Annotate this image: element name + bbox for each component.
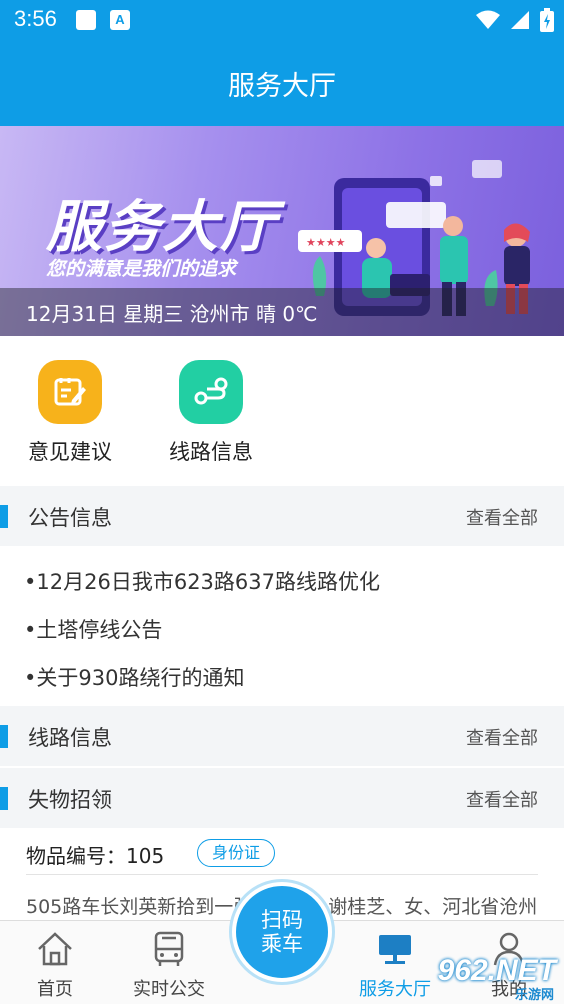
banner-subtitle: 您的满意是我们的追求 bbox=[46, 258, 237, 280]
notices-section-header: 公告信息 查看全部 bbox=[0, 486, 564, 546]
notice-item[interactable]: •12月26日我市623路637路线路优化 bbox=[24, 566, 380, 596]
nav-home[interactable]: 首页 bbox=[0, 921, 110, 1004]
nav-realtime-bus[interactable]: 实时公交 bbox=[114, 921, 224, 1004]
section-accent bbox=[0, 787, 8, 810]
section-title: 线路信息 bbox=[28, 726, 112, 750]
scan-label-line2: 乘车 bbox=[261, 932, 303, 956]
notification-icon bbox=[76, 10, 96, 30]
nav-service-label: 服务大厅 bbox=[359, 979, 431, 1000]
date-weather-text: 12月31日 星期三 沧州市 晴 0℃ bbox=[26, 302, 318, 326]
notice-item[interactable]: •关于930路绕行的通知 bbox=[24, 662, 244, 692]
home-icon bbox=[38, 932, 72, 966]
edit-note-icon bbox=[38, 360, 102, 424]
section-title: 失物招领 bbox=[28, 788, 112, 812]
scan-to-ride-button[interactable]: 扫码 乘车 bbox=[232, 882, 332, 982]
date-weather-bar: 12月31日 星期三 沧州市 晴 0℃ bbox=[0, 288, 564, 336]
service-banner[interactable]: 服务大厅 您的满意是我们的追求 ★★★★ 12月31日 星期三 沧州市 晴 0℃ bbox=[0, 126, 564, 336]
quick-actions: 意见建议 线路信息 bbox=[0, 336, 564, 486]
notice-item[interactable]: •土塔停线公告 bbox=[24, 614, 162, 644]
scan-label-line1: 扫码 bbox=[261, 908, 303, 932]
lost-found-section-header: 失物招领 查看全部 bbox=[0, 768, 564, 828]
a-notification-icon: A bbox=[110, 10, 130, 30]
nav-realtime-label: 实时公交 bbox=[133, 979, 205, 1000]
wifi-icon bbox=[476, 10, 500, 29]
item-code: 物品编号：105 bbox=[26, 844, 165, 868]
watermark-logo: 962.NET bbox=[437, 954, 556, 987]
notice-list: •12月26日我市623路637路线路优化 •土塔停线公告 •关于930路绕行的… bbox=[0, 548, 564, 706]
bus-icon bbox=[154, 931, 184, 966]
section-accent bbox=[0, 505, 8, 528]
view-all-notices-link[interactable]: 查看全部 bbox=[466, 504, 538, 530]
view-all-lost-found-link[interactable]: 查看全部 bbox=[466, 786, 538, 812]
battery-icon bbox=[540, 8, 554, 32]
monitor-icon bbox=[379, 935, 411, 964]
feedback-label: 意见建议 bbox=[28, 440, 112, 464]
app-header: 服务大厅 bbox=[0, 40, 564, 126]
banner-title: 服务大厅 bbox=[46, 195, 278, 260]
svg-text:★★★★: ★★★★ bbox=[306, 236, 346, 249]
feedback-action[interactable]: 意见建议 bbox=[10, 360, 130, 466]
status-time: 3:56 bbox=[14, 6, 57, 31]
route-icon bbox=[179, 360, 243, 424]
status-bar: 3:56 A bbox=[0, 0, 564, 40]
item-type-badge: 身份证 bbox=[197, 839, 276, 867]
section-accent bbox=[0, 725, 8, 748]
watermark-subtitle: 乐游网 bbox=[514, 988, 554, 1003]
route-info-action[interactable]: 线路信息 bbox=[151, 360, 271, 466]
nav-home-label: 首页 bbox=[37, 979, 73, 1000]
nav-service-hall[interactable]: 服务大厅 bbox=[340, 921, 450, 1004]
view-all-routes-link[interactable]: 查看全部 bbox=[466, 724, 538, 750]
divider bbox=[26, 874, 538, 875]
routes-section-header: 线路信息 查看全部 bbox=[0, 706, 564, 766]
page-title: 服务大厅 bbox=[228, 71, 336, 102]
signal-icon bbox=[511, 11, 529, 29]
section-title: 公告信息 bbox=[28, 506, 112, 530]
route-info-label: 线路信息 bbox=[169, 440, 253, 464]
